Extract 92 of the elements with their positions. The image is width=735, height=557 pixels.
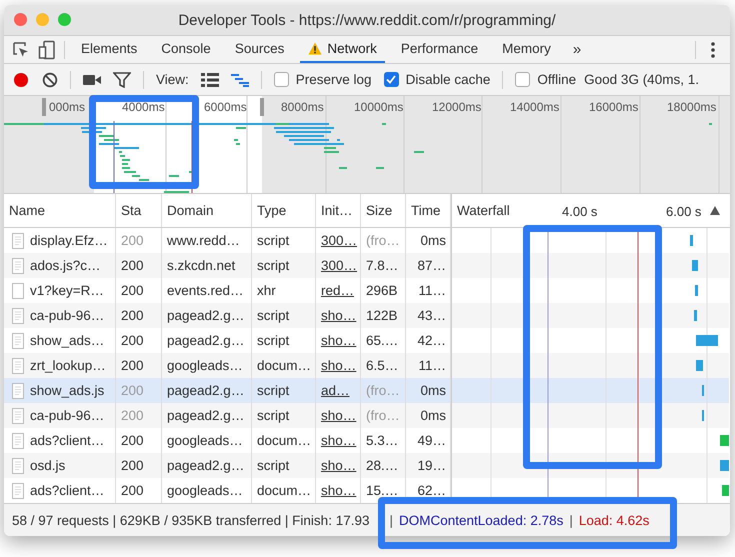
checkbox-label: Preserve log [296,72,372,87]
dom-content-loaded-time: DOMContentLoaded: 2.78s [399,512,564,528]
initiator-link[interactable]: sho… [321,333,356,348]
menu-icon[interactable] [710,40,716,58]
timing-bar [692,260,698,271]
timing-bar [722,485,729,496]
time-tick-label: 10000ms [354,100,404,114]
file-icon [12,232,24,248]
device-toolbar-icon[interactable] [38,40,56,60]
request-name[interactable]: ca-pub-96… [30,303,104,328]
video-camera-icon[interactable] [83,72,101,86]
panel-tab[interactable]: Sources [226,36,292,63]
initiator-link[interactable]: red… [321,283,354,298]
timing-bar [696,335,718,346]
request-name[interactable]: v1?key=R… [30,278,104,303]
timing-bar [695,285,698,296]
initiator-link[interactable]: sho… [321,458,356,473]
timing-bar [720,435,729,446]
file-icon [12,308,24,324]
panel-tab[interactable]: Performance [392,36,486,63]
view-label: View: [156,72,189,87]
checkbox[interactable] [274,72,289,87]
column-header[interactable]: Waterfall [452,194,510,227]
column-header[interactable]: Name [4,194,116,227]
time-tick-label: 12000ms [432,100,482,114]
initiator-link[interactable]: sho… [321,358,356,373]
checkbox-label: Disable cache [406,72,490,87]
load-time: Load: 4.62s [578,512,650,528]
request-name[interactable]: ados.js?c… [30,253,101,278]
file-icon [12,458,24,474]
time-tick-label: 8000ms [281,100,324,114]
blank-file-icon [12,282,24,298]
file-icon [12,358,24,374]
filter-icon[interactable] [113,72,131,88]
checkbox[interactable] [515,72,530,87]
list-view-icon[interactable] [200,72,219,86]
request-name[interactable]: ads?client… [30,478,104,503]
initiator-link[interactable]: sho… [321,483,356,498]
file-icon [12,482,24,498]
clear-icon[interactable] [42,72,58,88]
timing-bar [694,310,697,321]
time-tick-label: 16000ms [589,100,638,114]
column-header[interactable]: Domain [162,194,252,227]
throttling-select[interactable]: Good 3G (40ms, 1. [584,72,699,87]
initiator-link[interactable]: ad… [321,383,350,398]
initiator-link[interactable]: sho… [321,433,356,448]
request-name[interactable]: osd.js [30,453,66,478]
time-cell: 62… [406,478,451,503]
separator-text: | [389,512,393,528]
column-header[interactable]: Sta [116,194,162,227]
file-icon [12,408,24,424]
timing-bar [696,360,703,371]
time-tick-label: 4000ms [122,100,165,114]
time-tick-label: 4.00 s [562,204,598,219]
initiator-link[interactable]: sho… [321,308,356,323]
time-tick-label: 18000ms [667,100,716,114]
column-header[interactable]: Type [252,194,316,227]
sort-ascending-icon[interactable] [710,206,720,215]
more-tabs-button[interactable]: » [566,40,588,59]
window-title: Developer Tools - https://www.reddit.com/r/programming/ [178,12,556,28]
file-icon [12,332,24,348]
checkbox[interactable] [384,72,399,87]
separator-text: | [569,512,573,528]
file-icon [12,432,24,448]
request-summary: 58 / 97 requests | 629KB / 935KB transferred | Finish: 17.93 [12,512,370,528]
initiator-link[interactable]: 300… [321,258,358,273]
record-button[interactable] [12,70,30,88]
file-icon [12,258,24,274]
waterfall-view-icon[interactable] [230,72,249,86]
column-header[interactable]: Init… [316,194,361,227]
panel-tab[interactable]: Console [153,36,219,63]
time-tick-label: 14000ms [510,100,560,114]
time-tick-label: 6.00 s [666,204,702,219]
request-name[interactable]: zrt_lookup… [30,353,106,378]
timing-bar [690,235,693,246]
column-header[interactable]: Time [406,194,451,227]
initiator-link[interactable]: sho… [321,408,356,423]
request-name[interactable]: display.Efz… [30,228,108,253]
request-name[interactable]: ca-pub-96… [30,403,104,428]
panel-tab[interactable]: Elements [73,36,146,63]
timing-bar [720,460,729,471]
request-name[interactable]: show_ads.js [30,378,104,403]
inspect-element-icon[interactable] [12,40,30,58]
file-icon [12,382,24,398]
initiator-link[interactable]: 300… [321,233,358,248]
request-name[interactable]: show_ads… [30,328,104,353]
request-name[interactable]: ads?client… [30,428,104,453]
panel-tab[interactable]: Memory [494,36,559,63]
column-header[interactable]: Size [361,194,406,227]
checkbox-label: Offline [537,72,576,87]
time-tick-label: 6000ms [204,100,247,114]
time-tick-label: 000ms [49,100,86,114]
